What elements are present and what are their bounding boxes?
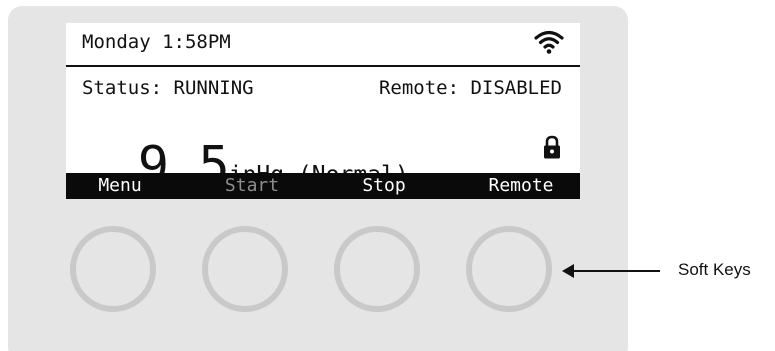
lock-icon: [544, 135, 560, 159]
softkey-button-start[interactable]: [202, 226, 288, 312]
soft-keys-callout-label: Soft Keys: [678, 260, 751, 279]
device-figure: Monday 1:58PM Status: RUNNING Remote: DI…: [0, 0, 775, 351]
softkey-button-menu[interactable]: [70, 226, 156, 312]
softkey-label-menu: Menu: [98, 175, 142, 196]
wifi-icon: [534, 30, 564, 54]
remote-status-text: Remote: DISABLED: [378, 77, 562, 99]
vacuum-reading: 9.5inHg (Normal): [80, 119, 409, 194]
softkey-button-remote[interactable]: [466, 226, 552, 312]
softkey-label-start: Start: [224, 175, 280, 196]
softkey-button-stop[interactable]: [334, 226, 420, 312]
top-status-bar: Monday 1:58PM: [66, 23, 580, 67]
softkey-label-remote: Remote: [488, 175, 554, 196]
softkey-label-stop: Stop: [362, 175, 406, 196]
lcd-screen: Monday 1:58PM Status: RUNNING Remote: DI…: [66, 23, 580, 199]
softkey-label-bar: Menu Start Stop Remote: [66, 173, 580, 199]
callout-line: [572, 270, 660, 272]
run-status-text: Status: RUNNING: [82, 77, 254, 99]
date-time-display: Monday 1:58PM: [82, 31, 231, 53]
